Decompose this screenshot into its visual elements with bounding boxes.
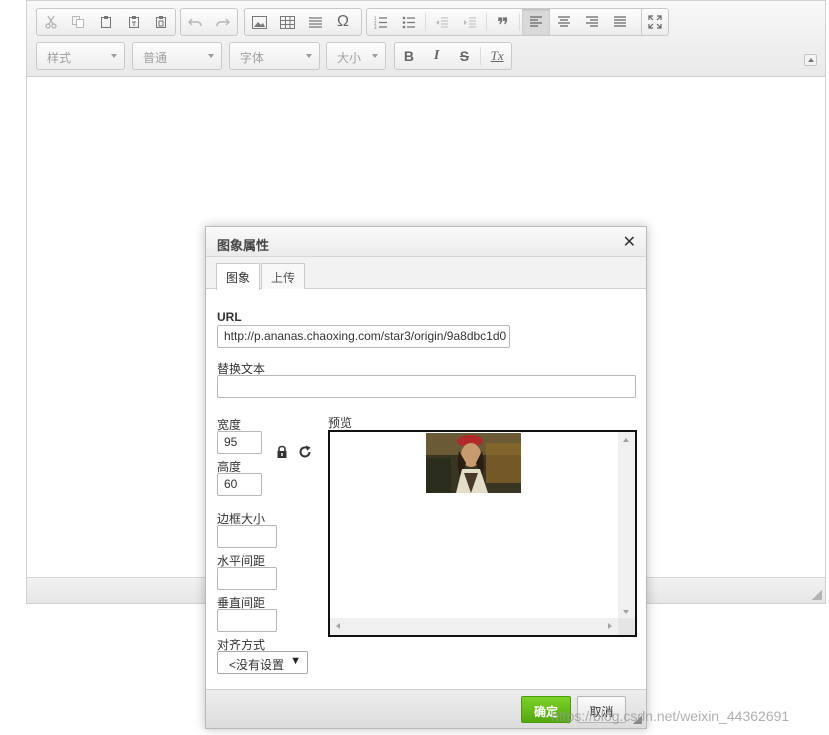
toolbar-separator bbox=[425, 13, 426, 31]
url-label: URL bbox=[217, 310, 242, 324]
dropdown-arrow-icon: ▼ bbox=[290, 655, 301, 667]
paste-icon[interactable] bbox=[92, 9, 120, 35]
styles-combo[interactable]: 样式 bbox=[36, 42, 125, 70]
bold-button[interactable]: B bbox=[395, 43, 423, 69]
preview-box bbox=[328, 430, 637, 637]
scroll-right-icon[interactable] bbox=[608, 623, 612, 629]
bulleted-list-icon[interactable] bbox=[395, 9, 423, 35]
outdent-icon[interactable] bbox=[428, 9, 456, 35]
scroll-left-icon[interactable] bbox=[336, 623, 340, 629]
special-char-icon[interactable]: Ω bbox=[329, 9, 357, 35]
dialog-title: 图象属性 bbox=[217, 238, 270, 253]
chevron-down-icon bbox=[372, 54, 378, 58]
justify-icon[interactable] bbox=[606, 9, 634, 35]
chevron-down-icon bbox=[208, 54, 214, 58]
align-select-value: <没有设置 bbox=[229, 658, 285, 672]
tools-group bbox=[641, 8, 669, 36]
dialog-resize-grip-icon[interactable] bbox=[633, 715, 642, 724]
editor-toolbar: Ω 123 ❞ 样式 普通 字体 大小 B I S Tx bbox=[27, 1, 825, 77]
font-combo-label: 字体 bbox=[240, 51, 265, 65]
paragraph-group: 123 ❞ bbox=[366, 8, 659, 37]
remove-format-button[interactable]: Tx bbox=[483, 43, 511, 69]
size-combo-label: 大小 bbox=[337, 51, 362, 65]
styles-combo-label: 样式 bbox=[47, 51, 72, 65]
image-properties-dialog: 图象属性 ✕ 图象 上传 URL http://p.ananas.chaoxin… bbox=[205, 226, 647, 729]
format-combo[interactable]: 普通 bbox=[132, 42, 222, 70]
border-size-input[interactable] bbox=[217, 525, 277, 548]
numbered-list-icon[interactable]: 123 bbox=[367, 9, 395, 35]
align-right-icon[interactable] bbox=[578, 9, 606, 35]
chevron-down-icon bbox=[306, 54, 312, 58]
table-icon[interactable] bbox=[273, 9, 301, 35]
preview-label: 预览 bbox=[328, 416, 353, 430]
url-input[interactable]: http://p.ananas.chaoxing.com/star3/origi… bbox=[217, 325, 510, 348]
width-input[interactable]: 95 bbox=[217, 431, 262, 454]
blockquote-icon[interactable]: ❞ bbox=[489, 9, 517, 37]
strikethrough-button[interactable]: S bbox=[451, 43, 479, 69]
toolbar-separator bbox=[519, 13, 520, 31]
scroll-up-icon[interactable] bbox=[623, 438, 629, 442]
scroll-down-icon[interactable] bbox=[623, 610, 629, 614]
preview-horizontal-scrollbar[interactable] bbox=[330, 618, 618, 635]
preview-image bbox=[426, 433, 521, 493]
tab-image[interactable]: 图象 bbox=[216, 263, 261, 290]
font-combo[interactable]: 字体 bbox=[229, 42, 320, 70]
reset-size-icon[interactable] bbox=[298, 445, 312, 459]
cut-icon[interactable] bbox=[37, 9, 65, 35]
basic-styles-group: B I S Tx bbox=[394, 42, 512, 70]
toolbar-separator bbox=[486, 13, 487, 31]
svg-text:3: 3 bbox=[374, 25, 377, 29]
height-input[interactable]: 60 bbox=[217, 473, 262, 496]
tab-upload[interactable]: 上传 bbox=[261, 263, 306, 289]
history-group bbox=[180, 8, 238, 36]
align-center-icon[interactable] bbox=[550, 9, 578, 35]
italic-button[interactable]: I bbox=[423, 43, 451, 69]
size-combo[interactable]: 大小 bbox=[326, 42, 386, 70]
alt-text-input[interactable] bbox=[217, 375, 636, 398]
paste-word-icon[interactable] bbox=[147, 9, 175, 35]
insert-group: Ω bbox=[244, 8, 362, 36]
preview-vertical-scrollbar[interactable] bbox=[618, 432, 635, 620]
dialog-title-bar[interactable]: 图象属性 ✕ bbox=[206, 227, 646, 257]
image-icon[interactable] bbox=[245, 9, 273, 35]
maximize-icon[interactable] bbox=[642, 9, 668, 35]
indent-icon[interactable] bbox=[456, 9, 484, 35]
close-icon[interactable]: ✕ bbox=[623, 232, 636, 252]
redo-icon[interactable] bbox=[209, 9, 237, 35]
lock-ratio-icon[interactable] bbox=[275, 445, 289, 459]
undo-icon[interactable] bbox=[181, 9, 209, 35]
align-select[interactable]: <没有设置 ▼ bbox=[217, 651, 308, 674]
format-combo-label: 普通 bbox=[143, 51, 168, 65]
copy-icon[interactable] bbox=[65, 9, 93, 35]
vspace-input[interactable] bbox=[217, 609, 277, 632]
hspace-input[interactable] bbox=[217, 567, 277, 590]
dialog-footer: 确定 取消 bbox=[206, 689, 646, 728]
toolbar-separator bbox=[480, 47, 482, 65]
scrollbar-corner bbox=[618, 618, 635, 635]
paste-text-icon[interactable] bbox=[120, 9, 148, 35]
dialog-tabs: 图象 上传 bbox=[206, 257, 646, 290]
ok-button[interactable]: 确定 bbox=[521, 696, 571, 723]
chevron-down-icon bbox=[111, 54, 117, 58]
resize-grip-icon[interactable] bbox=[812, 590, 822, 600]
toolbar-collapse-button[interactable] bbox=[804, 54, 817, 66]
horizontal-rule-icon[interactable] bbox=[301, 9, 329, 35]
cancel-button[interactable]: 取消 bbox=[577, 696, 626, 723]
align-left-icon[interactable] bbox=[522, 9, 550, 35]
clipboard-group bbox=[36, 8, 176, 36]
